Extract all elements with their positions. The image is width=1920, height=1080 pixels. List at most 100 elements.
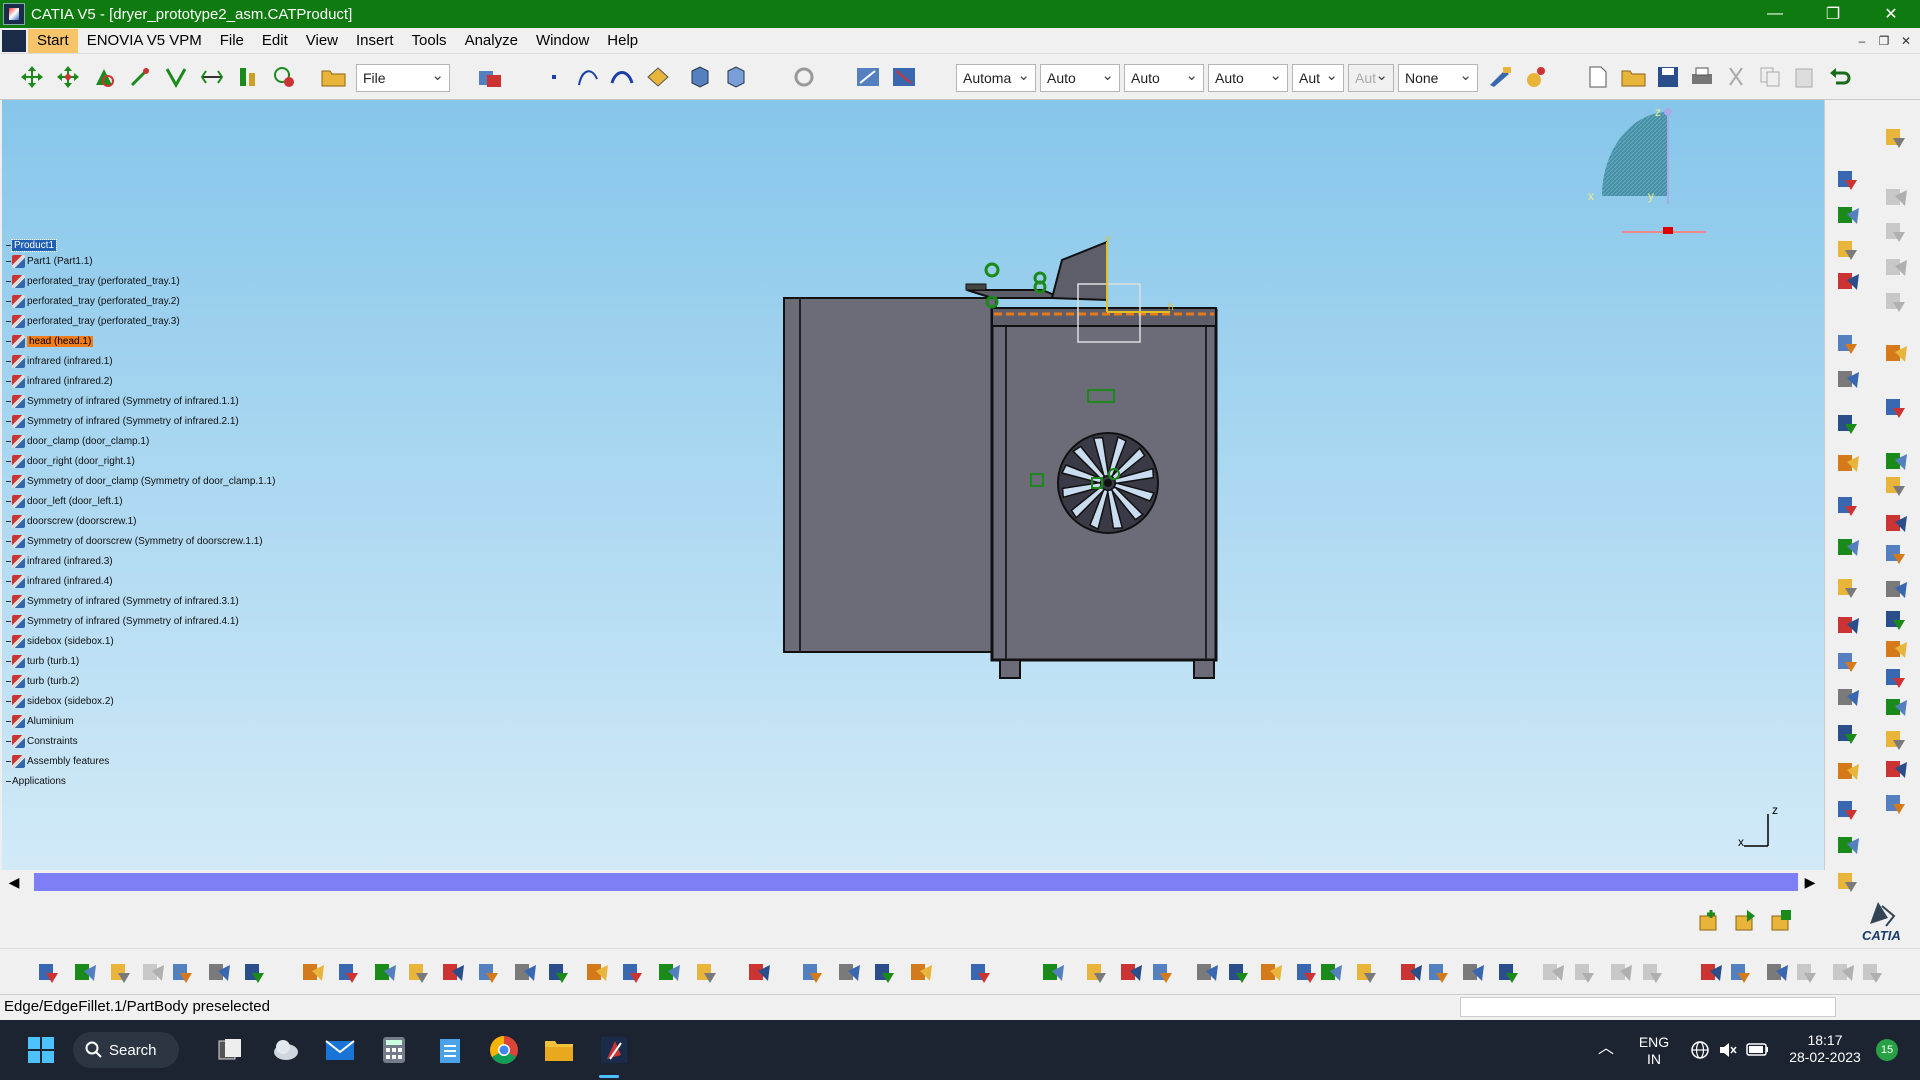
paint-bucket-icon[interactable] xyxy=(1522,63,1550,91)
tree-node[interactable]: sidebox (sidebox.2) xyxy=(6,693,114,709)
assembly-tool-icon[interactable] xyxy=(1835,758,1861,784)
view-tool-icon[interactable] xyxy=(1398,959,1424,985)
transparency-combo[interactable]: Auto xyxy=(1040,64,1120,92)
view-tool-icon[interactable] xyxy=(836,959,862,985)
menu-analyze[interactable]: Analyze xyxy=(456,29,527,53)
tree-node[interactable]: sidebox (sidebox.1) xyxy=(6,633,114,649)
scroll-left-icon[interactable]: ◀ xyxy=(4,872,24,892)
update-icon[interactable] xyxy=(790,63,818,91)
tree-node[interactable]: perforated_tray (perforated_tray.1) xyxy=(6,273,180,289)
battery-icon[interactable] xyxy=(1746,1042,1770,1058)
view-tool-icon[interactable] xyxy=(968,959,994,985)
workbench-tool-icon[interactable] xyxy=(1883,694,1909,720)
plane-icon[interactable] xyxy=(644,63,672,91)
scroll-thumb[interactable] xyxy=(34,873,1798,891)
mail-icon[interactable] xyxy=(320,1030,360,1070)
tree-node[interactable]: Assembly features xyxy=(6,753,109,769)
assembly-tool-icon[interactable] xyxy=(1835,492,1861,518)
view-tool-icon[interactable] xyxy=(108,959,134,985)
workbench-tool-icon[interactable] xyxy=(1883,636,1909,662)
view-tool-icon[interactable] xyxy=(440,959,466,985)
view-tool-icon[interactable] xyxy=(170,959,196,985)
view-tool-icon[interactable] xyxy=(1318,959,1344,985)
view-tool-icon[interactable] xyxy=(546,959,572,985)
view-tool-icon[interactable] xyxy=(800,959,826,985)
view-tool-icon[interactable] xyxy=(372,959,398,985)
view-tool-icon[interactable] xyxy=(1496,959,1522,985)
widgets-icon[interactable] xyxy=(266,1030,306,1070)
network-icon[interactable] xyxy=(1690,1040,1710,1060)
scroll-right-icon[interactable]: ▶ xyxy=(1800,872,1820,892)
doc-minimize-button[interactable]: – xyxy=(1852,31,1872,51)
menu-start[interactable]: Start xyxy=(28,28,78,53)
manipulation-icon[interactable] xyxy=(18,63,46,91)
workbench-tool-icon[interactable] xyxy=(1883,756,1909,782)
insert-part-icon[interactable] xyxy=(1768,906,1796,934)
tree-node[interactable]: Symmetry of infrared (Symmetry of infrar… xyxy=(6,393,239,409)
windows-start-icon[interactable] xyxy=(21,1030,61,1070)
save-icon[interactable] xyxy=(1654,63,1682,91)
view-tool-icon[interactable] xyxy=(36,959,62,985)
tree-node[interactable]: infrared (infrared.4) xyxy=(6,573,113,589)
color-combo[interactable]: Automa xyxy=(956,64,1036,92)
view-tool-icon[interactable] xyxy=(1460,959,1486,985)
painter-icon[interactable] xyxy=(1486,63,1514,91)
open-icon[interactable] xyxy=(1620,63,1648,91)
lineweight-combo[interactable]: Auto xyxy=(1208,64,1288,92)
tree-node[interactable]: perforated_tray (perforated_tray.3) xyxy=(6,313,180,329)
assembly-tool-icon[interactable] xyxy=(1835,202,1861,228)
tree-node[interactable]: Aluminium xyxy=(6,713,74,729)
doc-restore-button[interactable]: ❐ xyxy=(1874,31,1894,51)
view-tool-icon[interactable] xyxy=(1118,959,1144,985)
horizontal-scrollbar[interactable]: ◀ ▶ xyxy=(0,870,1824,894)
stop-manipulate-icon[interactable] xyxy=(126,63,154,91)
point-type-combo[interactable]: Aut xyxy=(1292,64,1344,92)
view-tool-icon[interactable] xyxy=(1150,959,1176,985)
task-view-icon[interactable] xyxy=(210,1030,250,1070)
render-style-combo[interactable]: None xyxy=(1398,64,1478,92)
assembly-tool-icon[interactable] xyxy=(1835,236,1861,262)
menu-view[interactable]: View xyxy=(297,29,347,53)
assembly-tool-icon[interactable] xyxy=(1835,612,1861,638)
file-explorer-icon[interactable] xyxy=(539,1030,579,1070)
workbench-tool-icon[interactable] xyxy=(1883,540,1909,566)
iso-view-icon[interactable] xyxy=(722,63,750,91)
workbench-tool-icon[interactable] xyxy=(1883,448,1909,474)
tree-node[interactable]: infrared (infrared.3) xyxy=(6,553,113,569)
doc-close-button[interactable]: ✕ xyxy=(1896,31,1916,51)
view-tool-icon[interactable] xyxy=(1354,959,1380,985)
menu-enovia[interactable]: ENOVIA V5 VPM xyxy=(78,29,211,53)
exit-sketch-icon[interactable] xyxy=(890,63,918,91)
open-folder-icon[interactable] xyxy=(320,63,348,91)
menu-window[interactable]: Window xyxy=(527,29,598,53)
clash-icon[interactable] xyxy=(162,63,190,91)
assembly-tool-icon[interactable] xyxy=(1835,648,1861,674)
dryer-model[interactable]: h v xyxy=(762,230,1242,790)
view-tool-icon[interactable] xyxy=(1698,959,1724,985)
snap-icon[interactable] xyxy=(54,63,82,91)
linetype-combo[interactable]: Auto xyxy=(1124,64,1204,92)
workbench-tool-icon[interactable] xyxy=(1883,790,1909,816)
document-icon[interactable] xyxy=(2,29,26,52)
notepad-icon[interactable] xyxy=(430,1030,470,1070)
print-icon[interactable] xyxy=(1688,63,1716,91)
assembly-tool-icon[interactable] xyxy=(1835,534,1861,560)
view-tool-icon[interactable] xyxy=(206,959,232,985)
view-tool-icon[interactable] xyxy=(1226,959,1252,985)
speaker-muted-icon[interactable] xyxy=(1718,1040,1738,1060)
view-tool-icon[interactable] xyxy=(1728,959,1754,985)
command-input[interactable] xyxy=(1460,997,1836,1017)
view-tool-icon[interactable] xyxy=(476,959,502,985)
view-tool-icon[interactable] xyxy=(406,959,432,985)
tree-node[interactable]: head (head.1) xyxy=(6,333,94,349)
assembly-tool-icon[interactable] xyxy=(1835,684,1861,710)
sketch-icon[interactable] xyxy=(854,63,882,91)
view-tool-icon[interactable] xyxy=(242,959,268,985)
workbench-tool-icon[interactable] xyxy=(1883,472,1909,498)
view-tool-icon[interactable] xyxy=(1426,959,1452,985)
chrome-icon[interactable] xyxy=(484,1030,524,1070)
tree-node[interactable]: door_left (door_left.1) xyxy=(6,493,123,509)
assembly-tool-icon[interactable] xyxy=(1835,574,1861,600)
assembly-tool-icon[interactable] xyxy=(1835,832,1861,858)
notification-badge[interactable]: 15 xyxy=(1876,1039,1898,1061)
